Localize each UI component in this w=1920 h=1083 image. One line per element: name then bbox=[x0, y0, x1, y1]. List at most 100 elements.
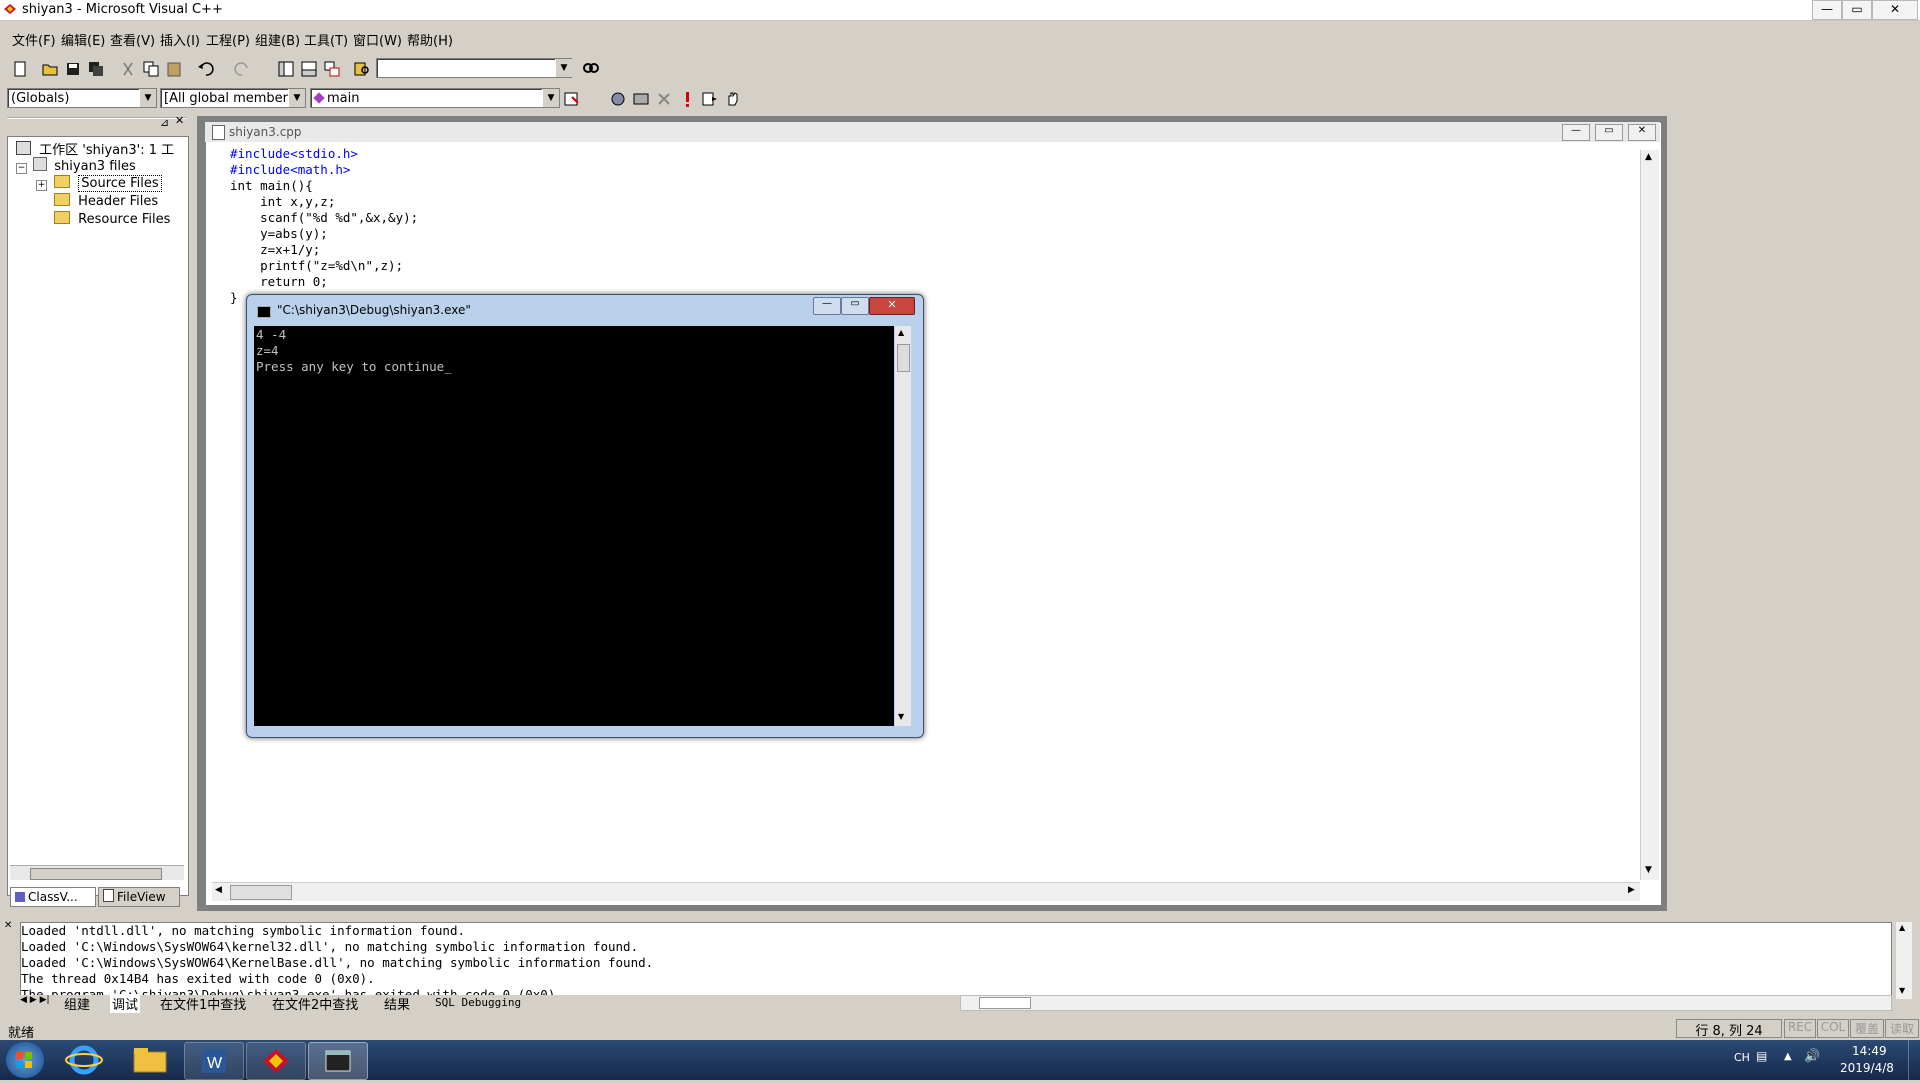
compile-icon[interactable] bbox=[608, 89, 628, 109]
open-folder-icon[interactable] bbox=[40, 59, 60, 79]
members-combo[interactable]: [All global members ▼ bbox=[160, 88, 306, 108]
workspace-toggle-icon[interactable] bbox=[276, 59, 296, 79]
menu-project[interactable]: 工程(P) bbox=[206, 30, 250, 49]
execute-icon[interactable] bbox=[677, 89, 697, 109]
input-language[interactable]: CH bbox=[1734, 1051, 1750, 1064]
tab-classview[interactable]: ClassV... bbox=[10, 887, 96, 907]
find-icon[interactable] bbox=[580, 59, 600, 79]
show-desktop-button[interactable] bbox=[1908, 1040, 1920, 1080]
restore-button[interactable]: ▭ bbox=[1842, 0, 1872, 20]
menu-help[interactable]: 帮助(H) bbox=[407, 30, 453, 49]
tree-folder-resource[interactable]: Resource Files bbox=[54, 211, 170, 227]
output-hscrollbar[interactable] bbox=[960, 995, 1892, 1011]
output-log[interactable]: Loaded 'ntdll.dll', no matching symbolic… bbox=[20, 922, 1892, 1001]
visual-cpp-taskbar-icon[interactable] bbox=[246, 1042, 306, 1080]
editor-restore-icon[interactable]: ▭ bbox=[1595, 124, 1623, 141]
chevron-down-icon[interactable]: ▼ bbox=[288, 89, 305, 107]
menu-tools[interactable]: 工具(T) bbox=[304, 30, 348, 49]
output-close-icon[interactable]: ✕ bbox=[4, 920, 12, 931]
collapse-icon[interactable]: − bbox=[16, 163, 27, 174]
clock-time[interactable]: 14:49 bbox=[1852, 1044, 1887, 1058]
tab-find-in-files-2[interactable]: 在文件2中查找 bbox=[272, 994, 358, 1013]
breakpoint-hand-icon[interactable] bbox=[723, 89, 743, 109]
console-minimize-icon[interactable]: — bbox=[813, 297, 841, 315]
scroll-down-icon[interactable]: ▼ bbox=[1899, 986, 1905, 995]
tab-sql-debugging[interactable]: SQL Debugging bbox=[435, 996, 521, 1009]
workspace-root[interactable]: 工作区 'shiyan3': 1 工 bbox=[16, 139, 174, 158]
tab-debug[interactable]: 调试 bbox=[110, 994, 141, 1013]
scroll-thumb[interactable] bbox=[979, 997, 1031, 1009]
go-debug-icon[interactable] bbox=[700, 89, 720, 109]
editor-minimize-icon[interactable]: — bbox=[1562, 124, 1590, 141]
scroll-down-icon[interactable]: ▼ bbox=[898, 712, 904, 721]
tab-results[interactable]: 结果 bbox=[384, 994, 410, 1013]
tab-scroll-icons[interactable]: ◀ ▶ ▶| bbox=[20, 995, 50, 1005]
build-icon[interactable] bbox=[631, 89, 651, 109]
find-combo[interactable] bbox=[376, 58, 572, 78]
tab-build[interactable]: 组建 bbox=[64, 994, 90, 1013]
menu-build[interactable]: 组建(B) bbox=[255, 30, 300, 49]
save-icon[interactable] bbox=[63, 59, 83, 79]
scroll-up-icon[interactable]: ▲ bbox=[1645, 152, 1652, 162]
pane-close-icon[interactable]: ✕ bbox=[175, 114, 184, 127]
paste-icon[interactable] bbox=[164, 59, 184, 79]
close-button[interactable]: ✕ bbox=[1872, 0, 1918, 20]
scroll-down-icon[interactable]: ▼ bbox=[1645, 865, 1652, 875]
wizard-actions-icon[interactable] bbox=[562, 89, 582, 109]
find-in-files-icon[interactable] bbox=[352, 59, 372, 79]
tab-find-in-files-1[interactable]: 在文件1中查找 bbox=[160, 994, 246, 1013]
chevron-down-icon[interactable]: ▼ bbox=[139, 89, 156, 107]
console-close-icon[interactable]: ✕ bbox=[869, 297, 915, 315]
output-toggle-icon[interactable] bbox=[299, 59, 319, 79]
minimize-button[interactable]: — bbox=[1812, 0, 1842, 20]
clock-date[interactable]: 2019/4/8 bbox=[1840, 1061, 1894, 1075]
output-vscrollbar[interactable]: ▲ ▼ bbox=[1896, 922, 1912, 999]
tab-fileview[interactable]: FileView bbox=[98, 887, 180, 907]
copy-icon[interactable] bbox=[141, 59, 161, 79]
tree-folder-source[interactable]: + Source Files bbox=[36, 175, 162, 192]
scroll-up-icon[interactable]: ▲ bbox=[898, 328, 904, 337]
editor-vscrollbar[interactable]: ▲ ▼ bbox=[1640, 150, 1659, 880]
scroll-left-icon[interactable]: ◀ bbox=[215, 885, 222, 895]
menu-window[interactable]: 窗口(W) bbox=[353, 30, 402, 49]
find-combo-dropdown-icon[interactable]: ▼ bbox=[555, 59, 572, 77]
internet-explorer-icon[interactable] bbox=[64, 1043, 104, 1077]
volume-icon[interactable]: 🔊 bbox=[1804, 1049, 1820, 1064]
menu-file[interactable]: 文件(F) bbox=[12, 30, 56, 49]
scroll-thumb[interactable] bbox=[230, 885, 292, 900]
keyboard-icon[interactable]: ▤ bbox=[1756, 1049, 1767, 1063]
function-combo[interactable]: main ▼ bbox=[310, 88, 560, 108]
undo-icon[interactable] bbox=[196, 59, 216, 79]
workspace-hscrollbar[interactable] bbox=[10, 865, 184, 880]
code-area[interactable]: #include<stdio.h> #include<math.h> int mai… bbox=[230, 146, 418, 306]
save-all-icon[interactable] bbox=[86, 59, 106, 79]
stop-build-icon[interactable] bbox=[654, 89, 674, 109]
menu-view[interactable]: 查看(V) bbox=[110, 30, 155, 49]
chevron-down-icon[interactable]: ▼ bbox=[542, 89, 559, 107]
tree-folder-header[interactable]: Header Files bbox=[54, 193, 158, 209]
menu-edit[interactable]: 编辑(E) bbox=[61, 30, 105, 49]
scroll-up-icon[interactable]: ▲ bbox=[1899, 923, 1905, 932]
cut-icon[interactable] bbox=[118, 59, 138, 79]
new-file-icon[interactable] bbox=[10, 59, 30, 79]
file-explorer-icon[interactable] bbox=[130, 1044, 170, 1076]
expand-icon[interactable]: + bbox=[36, 180, 47, 191]
word-taskbar-icon[interactable]: W bbox=[184, 1042, 244, 1080]
windows-start-icon[interactable] bbox=[6, 1042, 44, 1078]
scroll-right-icon[interactable]: ▶ bbox=[1628, 885, 1635, 895]
console-output-area[interactable] bbox=[254, 326, 894, 726]
scroll-thumb[interactable] bbox=[897, 344, 910, 372]
scope-combo[interactable]: (Globals) ▼ bbox=[7, 88, 157, 108]
window-list-icon[interactable] bbox=[322, 59, 342, 79]
scroll-thumb[interactable] bbox=[30, 868, 162, 880]
console-vscrollbar[interactable]: ▲ ▼ bbox=[895, 326, 911, 726]
console-maximize-icon[interactable]: ▭ bbox=[841, 297, 869, 315]
editor-hscrollbar[interactable]: ◀ ▶ bbox=[212, 882, 1640, 901]
tray-expand-icon[interactable]: ▲ bbox=[1784, 1051, 1792, 1062]
pane-restore-icon[interactable]: ⊿ bbox=[160, 116, 169, 129]
console-taskbar-icon[interactable] bbox=[308, 1042, 368, 1080]
editor-close-icon[interactable]: ✕ bbox=[1628, 124, 1656, 141]
project-node[interactable]: − shiyan3 files bbox=[16, 157, 136, 174]
menu-insert[interactable]: 插入(I) bbox=[160, 30, 200, 49]
redo-icon[interactable] bbox=[232, 59, 252, 79]
